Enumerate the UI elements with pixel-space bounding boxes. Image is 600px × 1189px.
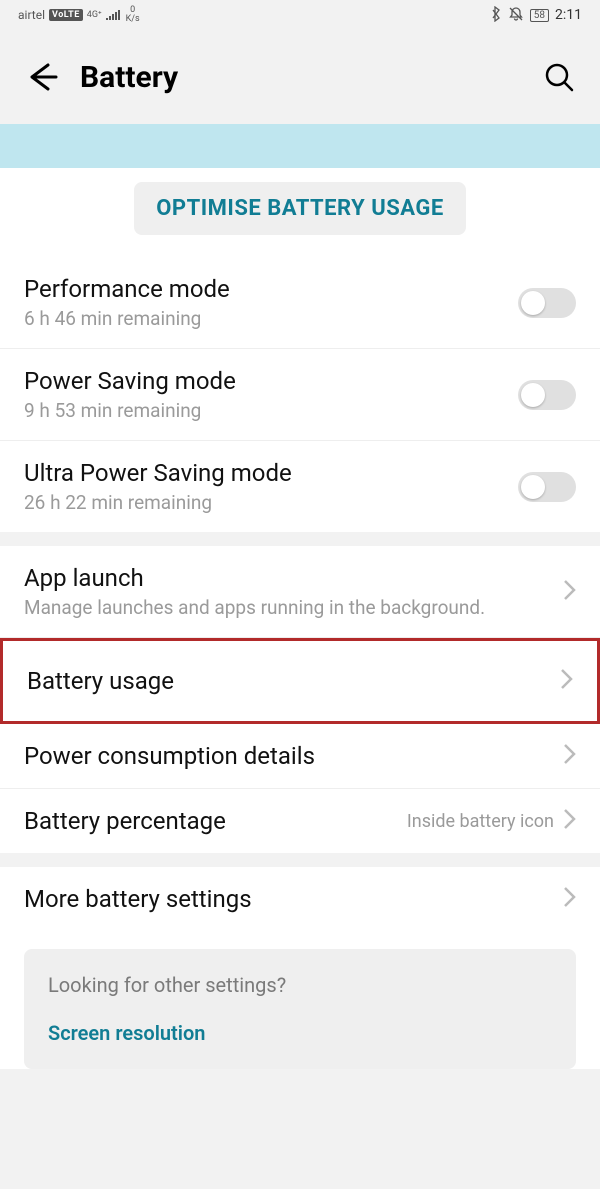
- row-title: App launch: [24, 564, 562, 592]
- optimize-battery-button[interactable]: OPTIMISE BATTERY USAGE: [134, 182, 466, 235]
- battery-level-icon: 58: [530, 9, 549, 22]
- page-title: Battery: [80, 60, 178, 95]
- row-subtitle: 9 h 53 min remaining: [24, 399, 518, 422]
- speed-unit: K/s: [126, 15, 140, 24]
- row-title: Power consumption details: [24, 742, 562, 770]
- row-title: Performance mode: [24, 275, 518, 303]
- row-title: Battery usage: [27, 667, 559, 695]
- chevron-right-icon: [562, 807, 576, 835]
- ultra-power-saving-toggle[interactable]: [518, 472, 576, 502]
- clock: 2:11: [555, 7, 582, 23]
- row-subtitle: Manage launches and apps running in the …: [24, 596, 562, 619]
- power-saving-toggle[interactable]: [518, 380, 576, 410]
- battery-usage-row[interactable]: Battery usage: [0, 638, 600, 724]
- signal-icon: [106, 8, 122, 23]
- volte-badge: VoLTE: [49, 9, 83, 21]
- chevron-right-icon: [562, 578, 576, 606]
- bluetooth-icon: [490, 6, 502, 25]
- chevron-right-icon: [562, 885, 576, 913]
- row-title: More battery settings: [24, 885, 562, 913]
- related-settings-card: Looking for other settings? Screen resol…: [24, 949, 576, 1069]
- ultra-power-saving-row[interactable]: Ultra Power Saving mode 26 h 22 min rema…: [0, 441, 600, 532]
- performance-mode-row[interactable]: Performance mode 6 h 46 min remaining: [0, 257, 600, 349]
- dnd-icon: [508, 6, 524, 25]
- chevron-right-icon: [559, 667, 573, 695]
- section-divider: [0, 532, 600, 546]
- chevron-right-icon: [562, 742, 576, 770]
- screen-resolution-link[interactable]: Screen resolution: [48, 1021, 552, 1045]
- carrier-label: airtel: [18, 8, 45, 22]
- more-battery-settings-row[interactable]: More battery settings: [0, 867, 600, 931]
- network-type: 4G⁺: [87, 11, 102, 20]
- search-button[interactable]: [542, 60, 576, 94]
- power-saving-mode-row[interactable]: Power Saving mode 9 h 53 min remaining: [0, 349, 600, 441]
- row-subtitle: 26 h 22 min remaining: [24, 491, 518, 514]
- performance-mode-toggle[interactable]: [518, 288, 576, 318]
- battery-percentage-row[interactable]: Battery percentage Inside battery icon: [0, 789, 600, 853]
- status-bar: airtel VoLTE 4G⁺ 0 K/s 58 2:11: [0, 0, 600, 30]
- row-subtitle: 6 h 46 min remaining: [24, 307, 518, 330]
- app-launch-row[interactable]: App launch Manage launches and apps runn…: [0, 546, 600, 638]
- power-consumption-row[interactable]: Power consumption details: [0, 724, 600, 789]
- back-button[interactable]: [24, 59, 72, 95]
- battery-chart-banner: [0, 124, 600, 168]
- row-title: Ultra Power Saving mode: [24, 459, 518, 487]
- row-title: Battery percentage: [24, 807, 407, 835]
- row-title: Power Saving mode: [24, 367, 518, 395]
- app-bar: Battery: [0, 30, 600, 124]
- section-divider: [0, 853, 600, 867]
- info-card-title: Looking for other settings?: [48, 973, 552, 997]
- row-value: Inside battery icon: [407, 811, 554, 832]
